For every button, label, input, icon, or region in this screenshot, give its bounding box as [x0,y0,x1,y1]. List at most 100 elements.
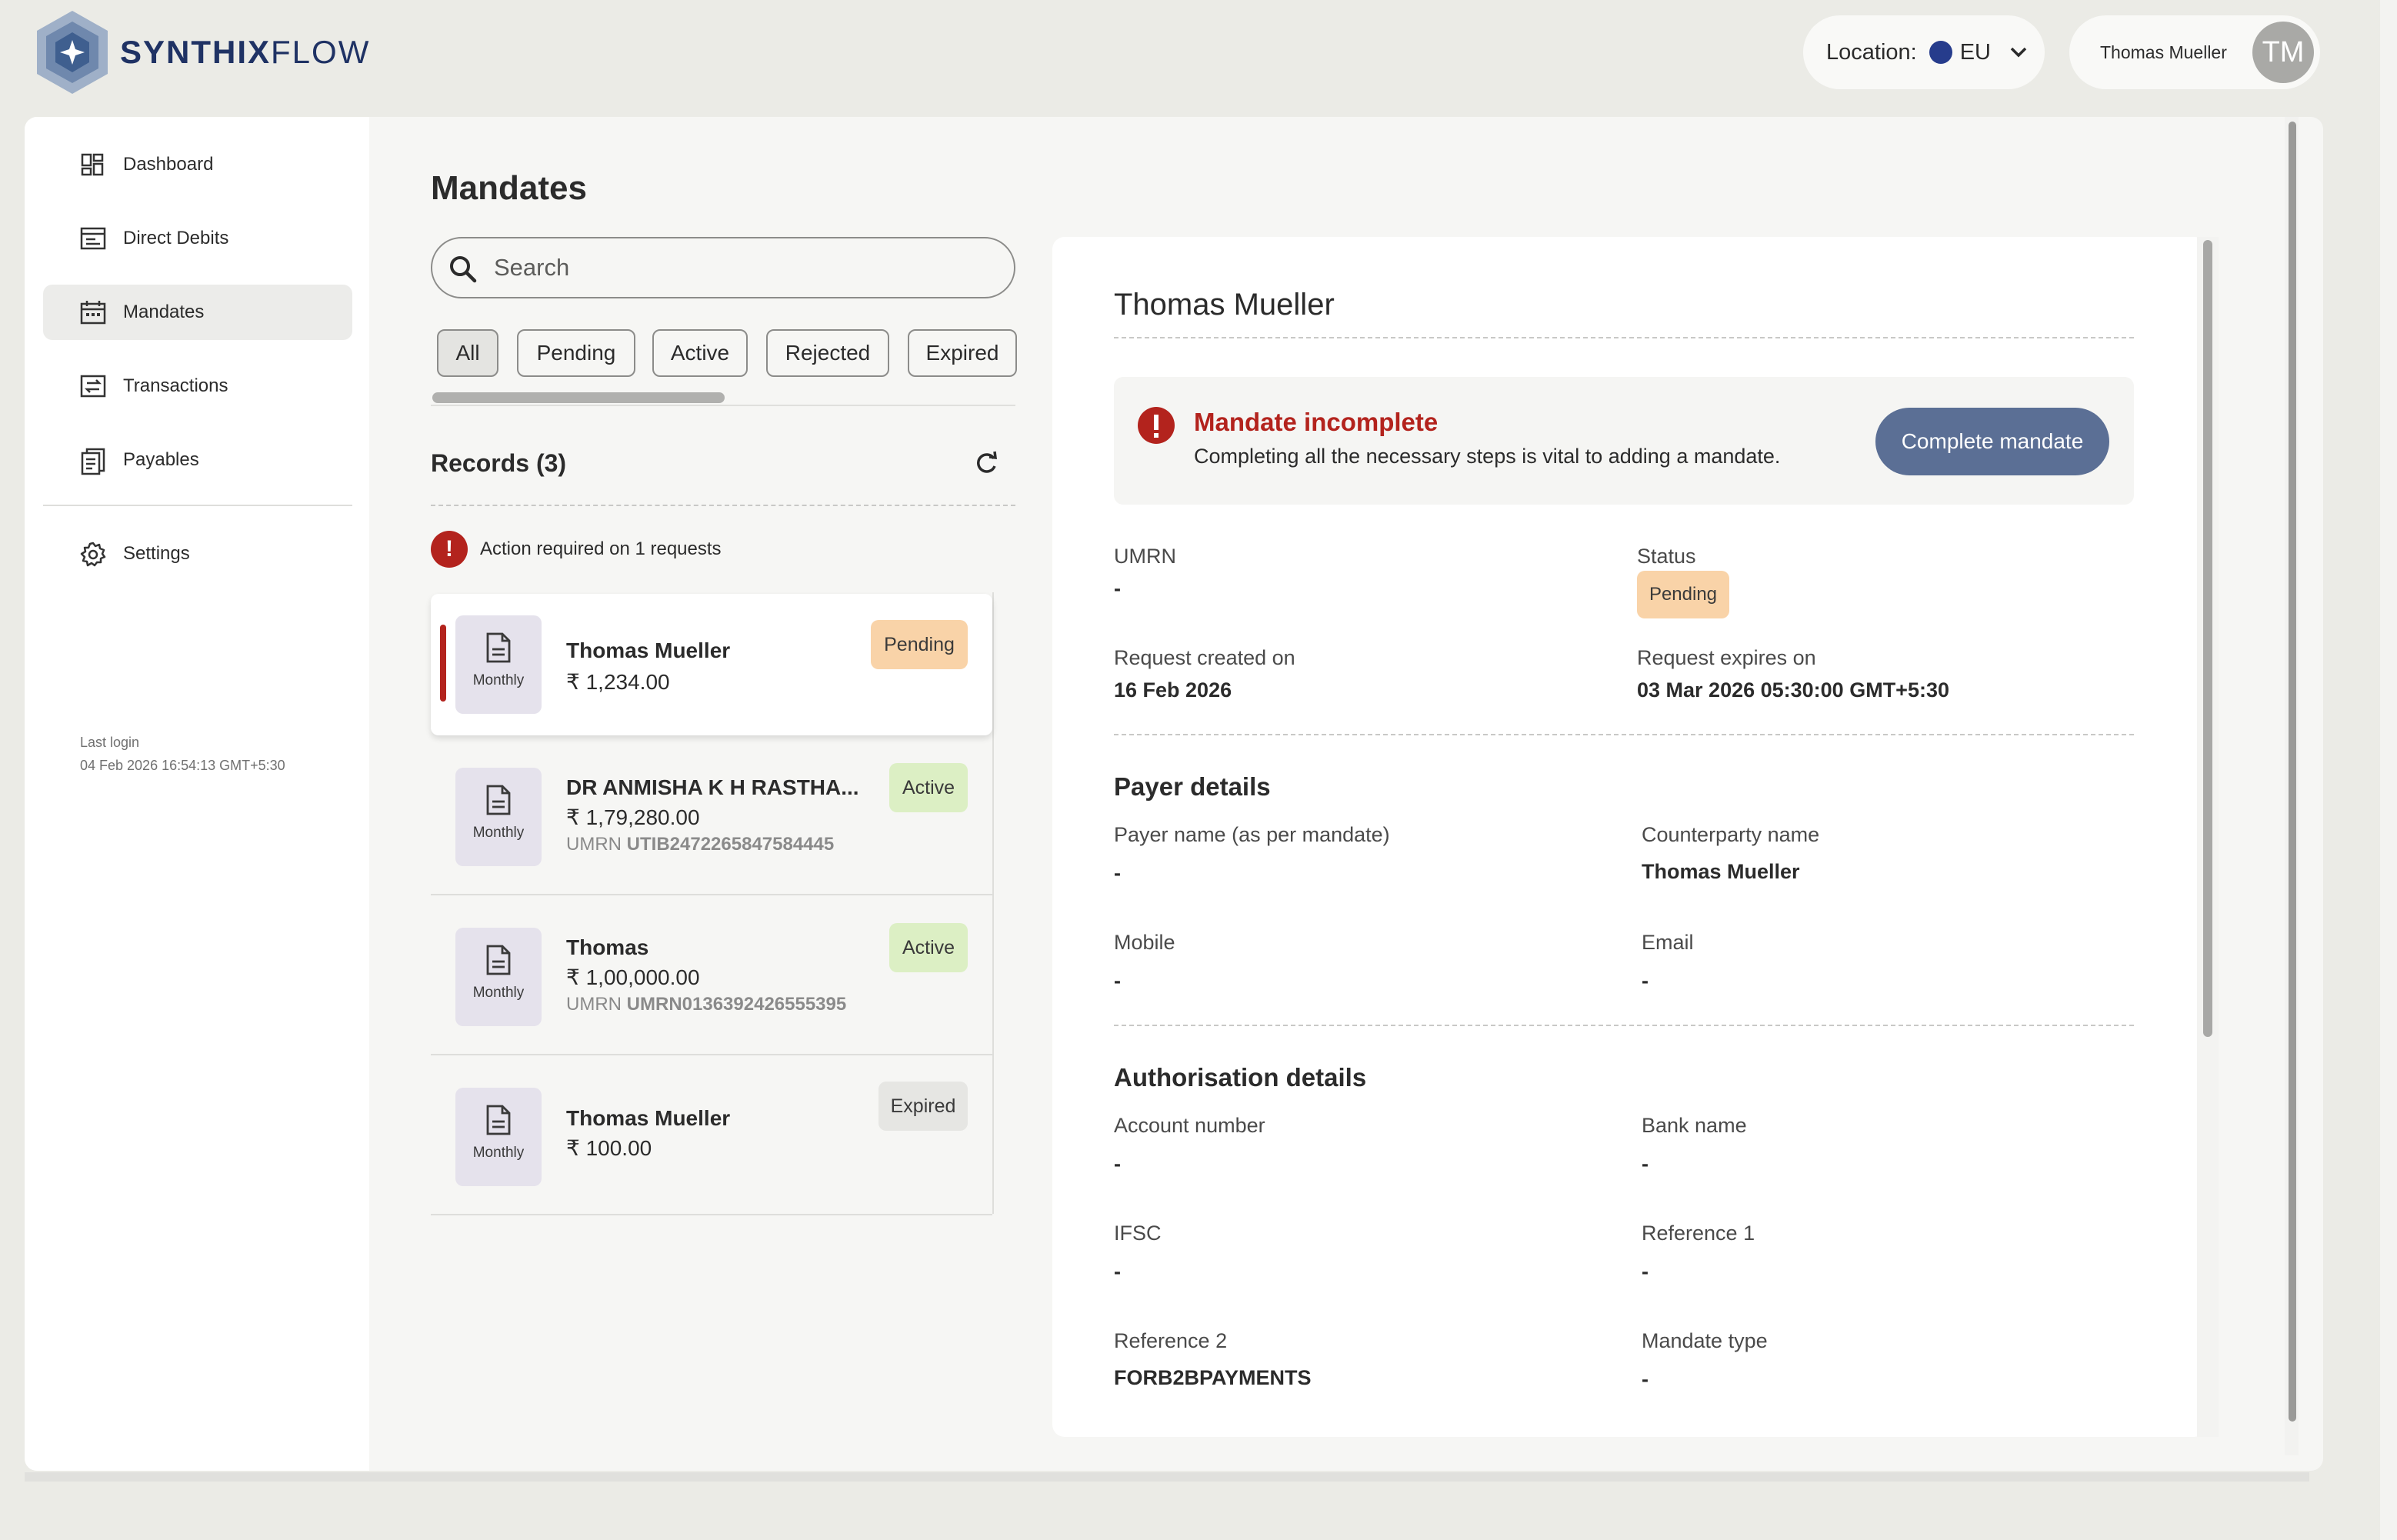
document-icon [486,632,511,663]
calendar-icon [80,301,106,325]
mandate-type-label: Mandate type [1642,1329,1768,1352]
filter-chip-pending[interactable]: Pending [517,329,635,377]
payer-details-heading: Payer details [1114,772,1271,801]
mandate-umrn: UMRN UMRN0136392426555395 [566,994,847,1015]
mandate-card[interactable]: Monthly Thomas Mueller ₹ 100.00 Expired [431,1055,992,1215]
brand-logo[interactable]: SYNTHIXFLOW [34,9,370,95]
mandate-name: Thomas Mueller [566,638,731,662]
payer-name-label: Payer name (as per mandate) [1114,823,1390,846]
status-badge: Expired [878,1082,968,1131]
complete-mandate-button[interactable]: Complete mandate [1875,408,2109,475]
last-login-value: 04 Feb 2026 16:54:13 GMT+5:30 [80,758,285,773]
avatar: TM [2252,22,2314,83]
page-scrollbar[interactable] [2380,0,2397,1540]
mandate-name: Thomas Mueller [566,1106,731,1130]
document-tile: Monthly [455,928,542,1026]
mandate-amount: ₹ 1,79,280.00 [566,805,700,829]
mandate-card[interactable]: Monthly DR ANMISHA K H RASTHA... ₹ 1,79,… [431,735,992,895]
status-badge: Active [889,763,968,812]
sidebar-item-payables[interactable]: Payables [43,432,352,488]
divider [1114,1025,2134,1026]
counterparty-label: Counterparty name [1642,823,1820,846]
filter-chip-rejected[interactable]: Rejected [766,329,889,377]
email-value: - [1642,969,1649,992]
search-placeholder: Search [494,254,570,281]
reference-1-value: - [1642,1260,1649,1283]
document-tile: Monthly [455,615,542,714]
mandate-list: Monthly Thomas Mueller ₹ 1,234.00 Pendin… [431,592,994,1215]
mandate-amount: ₹ 1,234.00 [566,670,670,694]
alert-icon [1138,407,1175,444]
frequency-label: Monthly [472,672,525,688]
mandate-card[interactable]: Monthly Thomas ₹ 1,00,000.00 UMRN UMRN01… [431,895,992,1055]
user-name: Thomas Mueller [2100,42,2227,62]
ifsc-value: - [1114,1260,1121,1283]
mandate-card[interactable]: Monthly Thomas Mueller ₹ 1,234.00 Pendin… [431,594,992,735]
search-icon [450,256,477,283]
refresh-icon[interactable] [972,449,1000,477]
divider [1114,734,2134,735]
payer-name-value: - [1114,862,1121,885]
sidebar-item-label: Dashboard [123,154,214,175]
warning-title: Mandate incomplete [1194,408,1439,436]
account-number-label: Account number [1114,1114,1265,1137]
divider [1114,337,2134,338]
transfer-icon [80,375,106,398]
counterparty-value: Thomas Mueller [1642,860,1800,883]
selected-indicator [440,625,446,702]
account-number-value: - [1114,1152,1121,1175]
document-tile: Monthly [455,768,542,866]
chip-scrollbar-thumb[interactable] [432,392,725,403]
sidebar-item-direct-debits[interactable]: Direct Debits [43,211,352,266]
location-value: EU [1959,39,1991,65]
alert-icon: ! [431,531,468,568]
status-label: Status [1637,545,1696,568]
reference-2-value: FORB2BPAYMENTS [1114,1366,1312,1389]
action-required-text: Action required on 1 requests [480,538,722,559]
frequency-label: Monthly [472,1145,525,1161]
umrn-label: UMRN [1114,545,1176,568]
search-input[interactable]: Search [431,237,1015,298]
direct-debits-icon [80,227,106,250]
mandate-amount: ₹ 100.00 [566,1136,652,1160]
sidebar-item-transactions[interactable]: Transactions [43,358,352,414]
mandate-amount: ₹ 1,00,000.00 [566,965,700,989]
main-scrollbar-thumb[interactable] [2289,122,2296,1422]
filter-chip-expired[interactable]: Expired [908,329,1017,377]
mandate-type-value: - [1642,1368,1649,1391]
incomplete-warning: Mandate incomplete Completing all the ne… [1114,377,2134,505]
payables-icon [81,448,105,475]
frequency-label: Monthly [472,985,525,1001]
location-label: Location: [1826,39,1917,65]
document-tile: Monthly [455,1088,542,1186]
page-title: Mandates [431,169,587,207]
eu-flag-icon [1929,41,1952,64]
warning-text: Completing all the necessary steps is vi… [1194,445,1781,468]
sidebar-divider [43,505,352,506]
user-menu[interactable]: Thomas Mueller TM [2069,15,2320,89]
sidebar-item-settings[interactable]: Settings [43,526,352,582]
authorisation-details-heading: Authorisation details [1114,1063,1367,1092]
detail-title: Thomas Mueller [1114,288,1335,322]
brand-name: SYNTHIXFLOW [120,34,371,70]
umrn-value: - [1114,577,1121,600]
reference-2-label: Reference 2 [1114,1329,1228,1352]
sidebar-item-mandates[interactable]: Mandates [43,285,352,340]
bank-name-label: Bank name [1642,1114,1747,1137]
chevron-down-icon [2010,47,2027,58]
sidebar-item-dashboard[interactable]: Dashboard [43,137,352,192]
mobile-value: - [1114,969,1121,992]
dashboard-icon [81,153,104,176]
detail-scrollbar-thumb[interactable] [2203,240,2212,1037]
mandate-name: Thomas [566,935,649,959]
ifsc-label: IFSC [1114,1222,1162,1245]
status-badge: Pending [871,620,968,669]
divider [431,505,1015,506]
filter-chip-active[interactable]: Active [652,329,748,377]
reference-1-label: Reference 1 [1642,1222,1755,1245]
sidebar-item-label: Mandates [123,302,205,322]
location-selector[interactable]: Location: EU [1803,15,2045,89]
horizontal-scrollbar[interactable] [25,1472,2309,1482]
filter-chip-all[interactable]: All [437,329,498,377]
sidebar-item-label: Settings [123,543,190,564]
